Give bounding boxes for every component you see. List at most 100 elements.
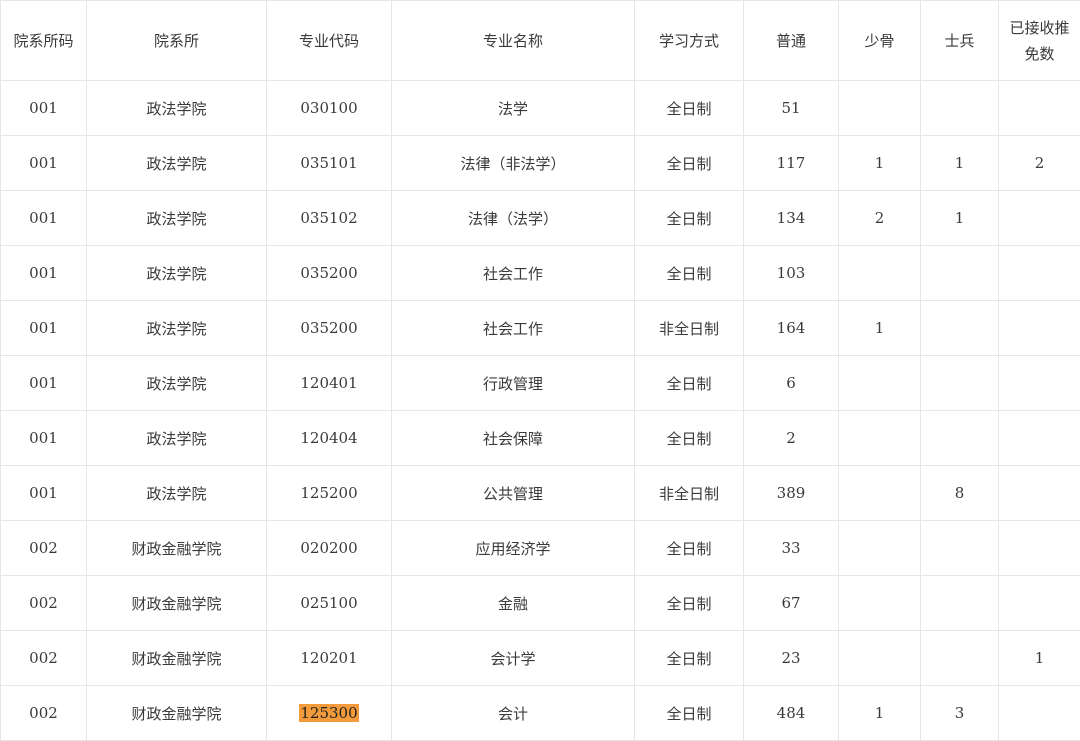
cell-dept-code: 002 — [1, 631, 87, 686]
cell-study-mode: 全日制 — [635, 411, 744, 466]
table-row: 002财政金融学院020200应用经济学全日制33 — [1, 521, 1080, 576]
cell-dept-code: 001 — [1, 81, 87, 136]
highlighted-major-code: 125300 — [299, 704, 358, 722]
header-soldier: 士兵 — [921, 1, 999, 81]
header-dept-code: 院系所码 — [1, 1, 87, 81]
cell-minority — [839, 576, 921, 631]
cell-dept: 政法学院 — [87, 246, 267, 301]
cell-study-mode: 非全日制 — [635, 466, 744, 521]
cell-major-name: 社会保障 — [392, 411, 635, 466]
cell-recommended — [999, 191, 1080, 246]
table-row: 001政法学院120404社会保障全日制2 — [1, 411, 1080, 466]
cell-dept: 政法学院 — [87, 81, 267, 136]
cell-minority — [839, 81, 921, 136]
cell-soldier — [921, 81, 999, 136]
cell-dept: 财政金融学院 — [87, 631, 267, 686]
cell-recommended — [999, 356, 1080, 411]
cell-minority — [839, 246, 921, 301]
table-body: 001政法学院030100法学全日制51001政法学院035101法律（非法学）… — [1, 81, 1080, 741]
cell-soldier: 3 — [921, 686, 999, 741]
cell-major-name: 金融 — [392, 576, 635, 631]
cell-dept-code: 002 — [1, 576, 87, 631]
cell-recommended — [999, 521, 1080, 576]
cell-dept: 政法学院 — [87, 411, 267, 466]
cell-major-name: 法律（法学） — [392, 191, 635, 246]
cell-dept: 政法学院 — [87, 466, 267, 521]
cell-major-code: 035200 — [267, 246, 392, 301]
cell-recommended — [999, 301, 1080, 356]
cell-soldier — [921, 631, 999, 686]
cell-minority — [839, 521, 921, 576]
cell-major-code: 125300 — [267, 686, 392, 741]
cell-major-name: 法学 — [392, 81, 635, 136]
cell-major-name: 会计学 — [392, 631, 635, 686]
admissions-table: 院系所码 院系所 专业代码 专业名称 学习方式 普通 少骨 士兵 已接收推免数 … — [0, 0, 1080, 741]
cell-study-mode: 全日制 — [635, 81, 744, 136]
cell-regular: 33 — [744, 521, 839, 576]
cell-regular: 2 — [744, 411, 839, 466]
cell-study-mode: 全日制 — [635, 191, 744, 246]
cell-recommended: 1 — [999, 631, 1080, 686]
cell-study-mode: 全日制 — [635, 631, 744, 686]
cell-soldier — [921, 411, 999, 466]
cell-recommended — [999, 411, 1080, 466]
header-major-name: 专业名称 — [392, 1, 635, 81]
cell-regular: 389 — [744, 466, 839, 521]
cell-major-code: 035200 — [267, 301, 392, 356]
cell-dept: 财政金融学院 — [87, 686, 267, 741]
cell-dept-code: 001 — [1, 356, 87, 411]
header-major-code: 专业代码 — [267, 1, 392, 81]
cell-soldier: 8 — [921, 466, 999, 521]
cell-regular: 103 — [744, 246, 839, 301]
cell-minority: 2 — [839, 191, 921, 246]
cell-major-name: 社会工作 — [392, 246, 635, 301]
cell-dept: 财政金融学院 — [87, 576, 267, 631]
cell-study-mode: 非全日制 — [635, 301, 744, 356]
header-row: 院系所码 院系所 专业代码 专业名称 学习方式 普通 少骨 士兵 已接收推免数 — [1, 1, 1080, 81]
cell-major-name: 行政管理 — [392, 356, 635, 411]
header-regular: 普通 — [744, 1, 839, 81]
cell-minority: 1 — [839, 686, 921, 741]
cell-dept-code: 001 — [1, 301, 87, 356]
cell-minority — [839, 411, 921, 466]
header-dept: 院系所 — [87, 1, 267, 81]
table-row: 001政法学院035102法律（法学）全日制13421 — [1, 191, 1080, 246]
cell-regular: 23 — [744, 631, 839, 686]
cell-dept: 政法学院 — [87, 301, 267, 356]
cell-dept-code: 002 — [1, 521, 87, 576]
cell-major-code: 120401 — [267, 356, 392, 411]
cell-soldier — [921, 246, 999, 301]
cell-dept-code: 001 — [1, 191, 87, 246]
cell-minority: 1 — [839, 136, 921, 191]
cell-regular: 484 — [744, 686, 839, 741]
cell-study-mode: 全日制 — [635, 686, 744, 741]
cell-major-name: 社会工作 — [392, 301, 635, 356]
cell-minority — [839, 631, 921, 686]
header-study-mode: 学习方式 — [635, 1, 744, 81]
cell-study-mode: 全日制 — [635, 356, 744, 411]
cell-major-name: 应用经济学 — [392, 521, 635, 576]
cell-regular: 67 — [744, 576, 839, 631]
table-row: 002财政金融学院125300会计全日制48413 — [1, 686, 1080, 741]
cell-major-code: 020200 — [267, 521, 392, 576]
cell-major-code: 025100 — [267, 576, 392, 631]
cell-dept-code: 001 — [1, 136, 87, 191]
table-row: 001政法学院035101法律（非法学）全日制117112 — [1, 136, 1080, 191]
cell-minority: 1 — [839, 301, 921, 356]
cell-soldier — [921, 301, 999, 356]
cell-recommended — [999, 466, 1080, 521]
cell-major-name: 法律（非法学） — [392, 136, 635, 191]
cell-regular: 117 — [744, 136, 839, 191]
cell-dept: 财政金融学院 — [87, 521, 267, 576]
cell-major-code: 035101 — [267, 136, 392, 191]
cell-minority — [839, 466, 921, 521]
cell-soldier — [921, 356, 999, 411]
cell-dept-code: 001 — [1, 246, 87, 301]
cell-regular: 134 — [744, 191, 839, 246]
cell-regular: 51 — [744, 81, 839, 136]
cell-dept-code: 001 — [1, 466, 87, 521]
table-row: 001政法学院120401行政管理全日制6 — [1, 356, 1080, 411]
cell-regular: 6 — [744, 356, 839, 411]
cell-dept-code: 001 — [1, 411, 87, 466]
header-recommended: 已接收推免数 — [999, 1, 1080, 81]
